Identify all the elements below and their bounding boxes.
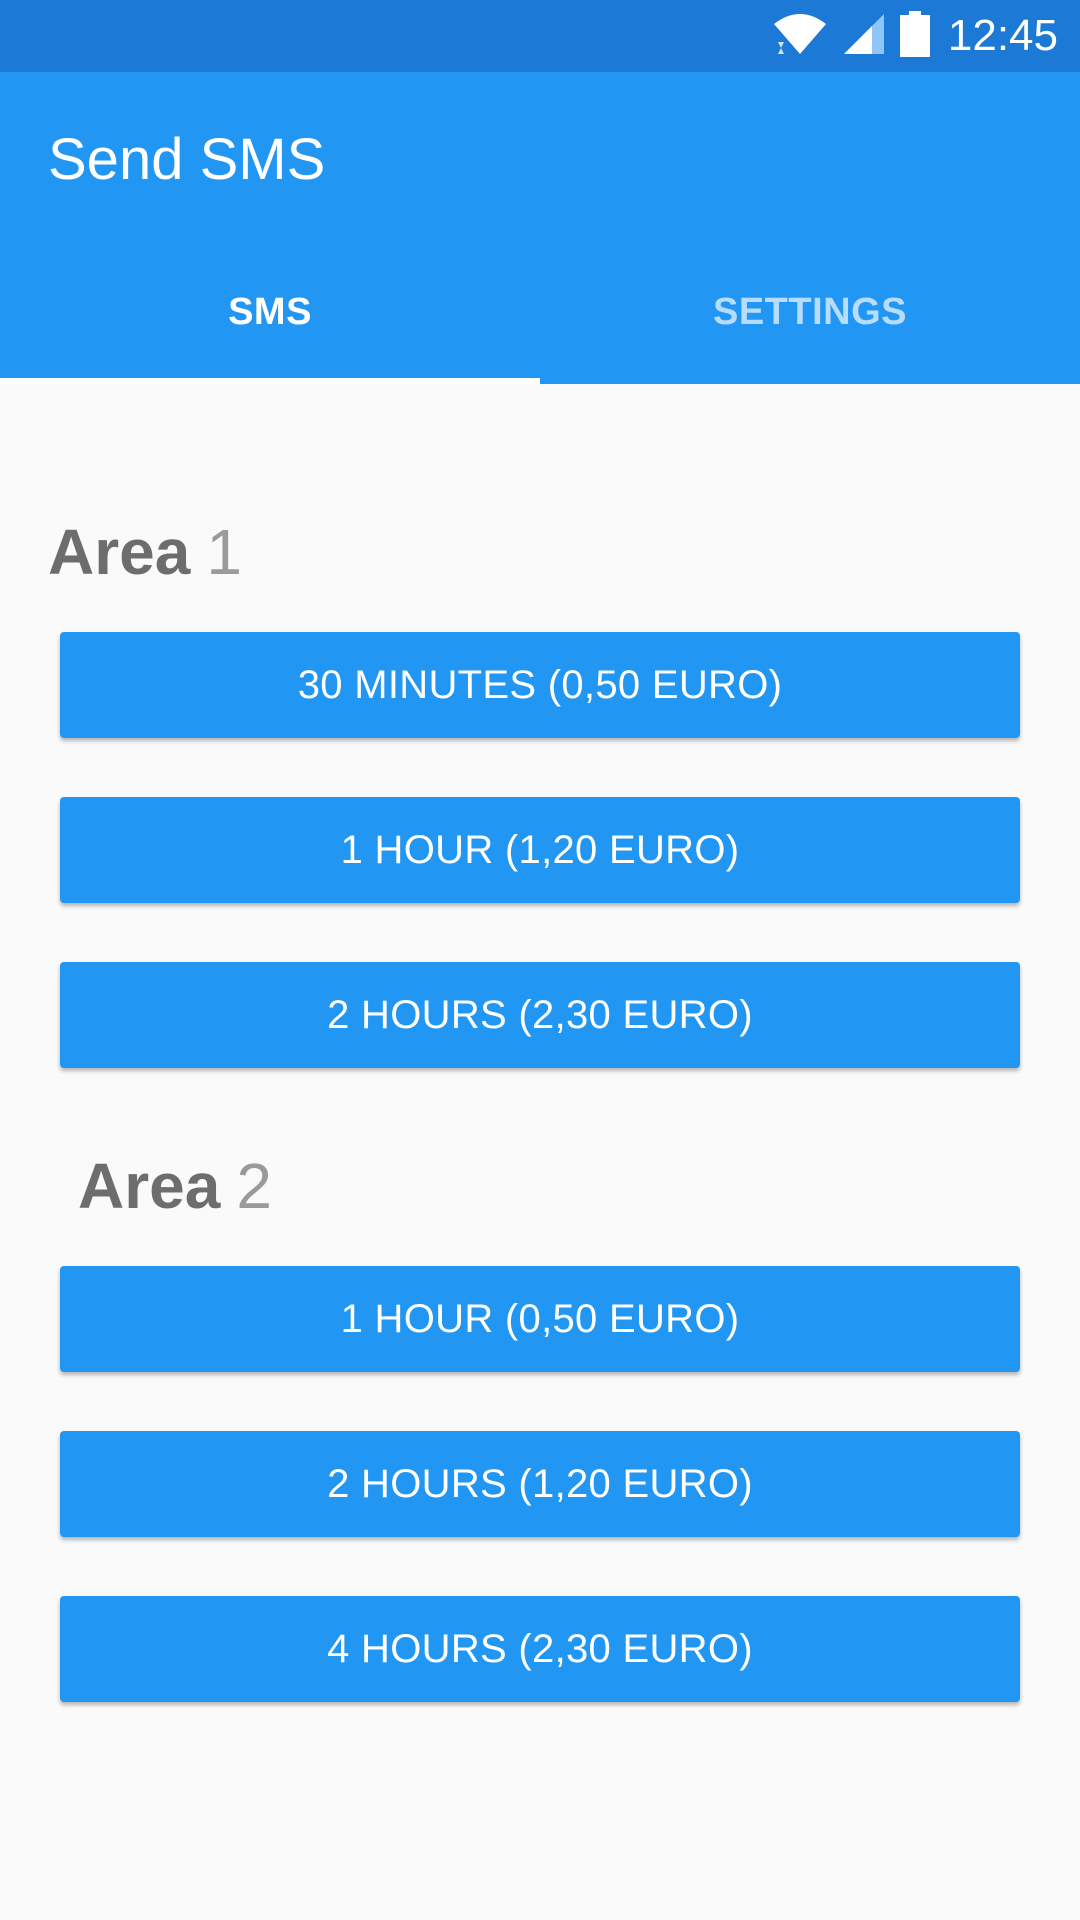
- area-1-number: 1: [206, 516, 242, 588]
- area-1-heading: Area 1: [48, 512, 242, 592]
- tab-sms[interactable]: SMS: [0, 240, 540, 384]
- area-2-heading: Area 2: [78, 1146, 272, 1226]
- wifi-icon: [772, 12, 828, 61]
- area-2-word: Area: [78, 1150, 221, 1222]
- area-2-1-hour-button[interactable]: 1 HOUR (0,50 EURO): [60, 1266, 1020, 1372]
- area-1-1-hour-button[interactable]: 1 HOUR (1,20 EURO): [60, 797, 1020, 903]
- app-bar: Send SMS SMS SETTINGS: [0, 72, 1080, 384]
- app-title: Send SMS: [48, 127, 326, 192]
- area-1-word: Area: [48, 516, 191, 588]
- tab-settings[interactable]: SETTINGS: [540, 240, 1080, 384]
- area-1-30-minutes-button[interactable]: 30 MINUTES (0,50 EURO): [60, 632, 1020, 738]
- sms-content: Area 1 30 MINUTES (0,50 EURO) 1 HOUR (1,2…: [0, 384, 1080, 1920]
- tab-settings-label: SETTINGS: [712, 290, 908, 333]
- status-bar: 12:45: [0, 0, 1080, 72]
- tab-sms-label: SMS: [228, 290, 312, 333]
- area-2-number: 2: [236, 1150, 272, 1222]
- battery-icon: [899, 10, 930, 62]
- area-2-2-hours-button[interactable]: 2 HOURS (1,20 EURO): [60, 1431, 1020, 1537]
- status-icons: 12:45: [772, 0, 1058, 72]
- tab-bar: SMS SETTINGS: [0, 240, 1080, 384]
- cell-signal-icon: [842, 12, 886, 61]
- area-2-4-hours-button[interactable]: 4 HOURS (2,30 EURO): [60, 1596, 1020, 1702]
- status-time: 12:45: [947, 11, 1058, 60]
- area-1-2-hours-button[interactable]: 2 HOURS (2,30 EURO): [60, 962, 1020, 1068]
